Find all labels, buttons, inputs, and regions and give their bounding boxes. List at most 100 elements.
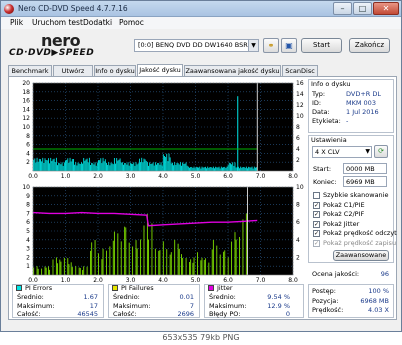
menu-plik[interactable]: Plik bbox=[10, 18, 23, 27]
quality-score-label: Ocena jakości: bbox=[312, 270, 360, 278]
progress-value: 6968 MB bbox=[360, 296, 389, 305]
refresh-icon[interactable]: ⟳ bbox=[374, 145, 388, 158]
stat-label: Błędy PO: bbox=[209, 310, 241, 318]
y-left-tick-label: 10 bbox=[22, 184, 30, 191]
checkbox[interactable]: ✓ bbox=[313, 220, 320, 228]
progress-value: 100 % bbox=[368, 287, 389, 295]
checkbox[interactable]: ✓ bbox=[313, 240, 320, 247]
x-tick-label: 5.0 bbox=[191, 277, 201, 282]
y-right-tick-label: 2 bbox=[296, 254, 300, 261]
logo-cdspeed-text: CD·DVD▶SPEED bbox=[9, 48, 95, 58]
checkbox-label: Pokaż C1/PIE bbox=[323, 200, 365, 209]
x-tick-label: 7.0 bbox=[256, 277, 266, 282]
checkbox[interactable]: ✓ bbox=[313, 201, 320, 209]
minimize-button[interactable]: – bbox=[333, 2, 352, 15]
stat-value: 17 bbox=[89, 301, 98, 310]
disc-info-value: MKM 003 bbox=[346, 99, 376, 107]
end-field[interactable]: 6969 MB bbox=[343, 176, 387, 187]
x-tick-label: 0.0 bbox=[28, 173, 38, 180]
tab-disc-info[interactable]: Info o dysku bbox=[94, 65, 136, 76]
stat-label: Maksimum: bbox=[209, 301, 247, 310]
y-left-tick-label: 16 bbox=[22, 98, 30, 105]
pi-failures-title: PI Failures bbox=[121, 284, 154, 292]
disc-info-label: Data: bbox=[312, 108, 330, 116]
disc-info-value: 1 Jul 2016 bbox=[346, 108, 379, 116]
stat-value: 9.54 % bbox=[267, 293, 290, 301]
stat-value: 0.01 bbox=[179, 293, 194, 301]
y-left-tick-label: 14 bbox=[22, 106, 30, 113]
image-footer: 653x535 79kb PNG bbox=[0, 332, 402, 345]
disc-info-value: - bbox=[346, 117, 349, 125]
x-tick-label: 0.0 bbox=[28, 277, 38, 282]
end-label: Koniec: bbox=[313, 178, 337, 186]
checkbox-label: Pokaż prędkość zapisu bbox=[323, 239, 397, 247]
x-tick-label: 6.0 bbox=[223, 277, 233, 282]
tab-create-disc[interactable]: Utwórz dysk bbox=[53, 65, 93, 85]
y-left-tick-label: 4 bbox=[26, 237, 30, 244]
y-left-tick-label: 8 bbox=[26, 202, 30, 209]
checkbox-label: Pokaż Jitter bbox=[323, 219, 360, 228]
stat-value: 0 bbox=[285, 310, 290, 318]
stat-value: 46545 bbox=[77, 310, 98, 318]
y-left-tick-label: 5 bbox=[26, 228, 30, 235]
start-button[interactable]: Start bbox=[301, 38, 342, 53]
quality-score-value: 96 bbox=[380, 270, 389, 278]
stat-label: Maksimum: bbox=[17, 301, 55, 310]
stat-label: Całość: bbox=[17, 310, 41, 318]
x-tick-label: 1.0 bbox=[61, 173, 71, 180]
progress-label: Prędkość: bbox=[312, 306, 344, 314]
x-tick-label: 4.0 bbox=[158, 173, 168, 180]
disc-info-label: Typ: bbox=[312, 90, 326, 98]
disc-info-label: ID: bbox=[312, 99, 322, 107]
progress-label: Postęp: bbox=[312, 287, 336, 295]
menu-bar: Plik Uruchom test Dodatki Pomoc bbox=[1, 17, 401, 29]
checkbox[interactable]: ✓ bbox=[313, 211, 320, 219]
close-button[interactable]: Zakończ bbox=[349, 38, 390, 53]
pi-failures-swatch bbox=[112, 285, 118, 291]
menu-uruchom-test[interactable]: Uruchom test bbox=[32, 18, 83, 27]
stat-label: Maksimum: bbox=[113, 301, 151, 310]
maximize-button[interactable]: □ bbox=[353, 2, 372, 15]
y-right-tick-label: 16 bbox=[296, 80, 304, 87]
y-left-tick-label: 7 bbox=[26, 210, 30, 217]
drive-select[interactable]: [0:0] BENQ DVD DD DW1640 BSRB ▼ bbox=[134, 39, 259, 52]
settings-header: Ustawienia bbox=[311, 136, 347, 144]
checkbox-label: Szybkie skanowanie bbox=[323, 191, 389, 199]
stat-value: 2696 bbox=[177, 310, 194, 318]
y-right-tick-label: 6 bbox=[296, 135, 300, 142]
x-tick-label: 5.0 bbox=[191, 173, 201, 180]
y-right-tick-label: 14 bbox=[296, 91, 304, 98]
y-left-tick-label: 2 bbox=[26, 254, 30, 261]
tab-advanced-quality[interactable]: Zaawansowana jakość dysku bbox=[184, 65, 281, 76]
stat-value: 7 bbox=[189, 301, 194, 310]
start-field[interactable]: 0000 MB bbox=[343, 163, 387, 174]
menu-pomoc[interactable]: Pomoc bbox=[119, 18, 144, 27]
stat-label: Średnio: bbox=[209, 293, 236, 301]
tab-benchmark[interactable]: Benchmark bbox=[8, 65, 52, 76]
close-window-button[interactable]: ✕ bbox=[373, 2, 399, 15]
y-left-tick-label: 2 bbox=[26, 159, 30, 166]
speed-select[interactable]: 4 X CLV ▼ bbox=[312, 146, 372, 158]
eject-icon[interactable]: ⚭ bbox=[263, 38, 279, 53]
stat-label: Średnio: bbox=[113, 293, 140, 301]
checkbox[interactable] bbox=[313, 192, 320, 199]
chevron-down-icon[interactable]: ▼ bbox=[248, 40, 258, 51]
stat-value: 12.9 % bbox=[267, 301, 290, 310]
tab-scandisc[interactable]: ScanDisc bbox=[282, 65, 318, 76]
x-tick-label: 3.0 bbox=[126, 173, 136, 180]
y-left-tick-label: 10 bbox=[22, 124, 30, 131]
footer-caption: 653x535 79kb PNG bbox=[162, 333, 240, 342]
advanced-button[interactable]: Zaawansowane bbox=[333, 250, 389, 261]
save-icon[interactable]: ▣ bbox=[281, 38, 297, 53]
jitter-title: Jitter bbox=[217, 284, 233, 292]
y-right-tick-label: 6 bbox=[296, 219, 300, 226]
y-right-tick-label: 10 bbox=[296, 184, 304, 191]
title-bar[interactable]: Nero CD-DVD Speed 4.7.7.16 – □ ✕ bbox=[1, 1, 401, 17]
y-left-tick-label: 6 bbox=[26, 219, 30, 226]
x-tick-label: 8.0 bbox=[288, 277, 298, 282]
checkbox[interactable]: ✓ bbox=[313, 230, 320, 238]
y-left-tick-label: 4 bbox=[26, 150, 30, 157]
progress-label: Pozycja: bbox=[312, 296, 339, 305]
drive-select-value: [0:0] BENQ DVD DD DW1640 BSRB bbox=[138, 41, 253, 49]
menu-dodatki[interactable]: Dodatki bbox=[83, 18, 112, 27]
